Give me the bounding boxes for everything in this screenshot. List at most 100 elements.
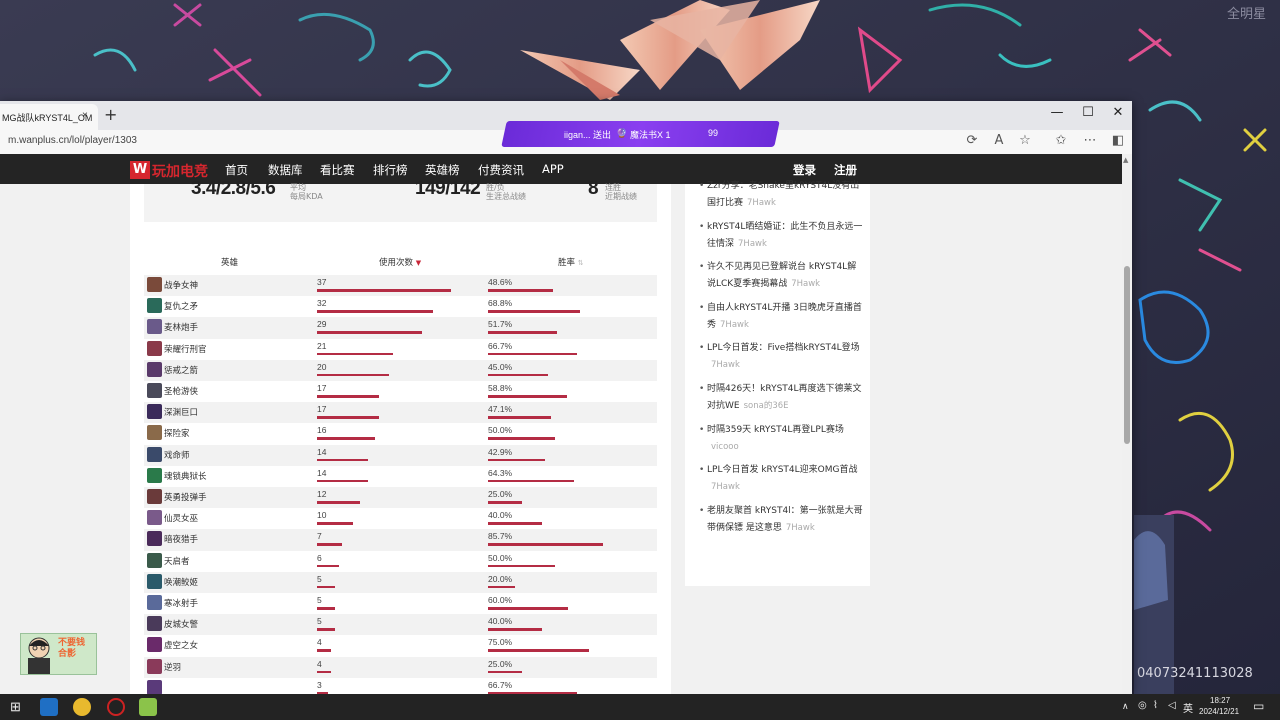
nav-watch[interactable]: 看比赛 (320, 162, 355, 178)
table-row[interactable]: 战争女神 37 48.6% (144, 275, 657, 297)
hero-name[interactable]: 戏命师 (164, 449, 190, 461)
news-author[interactable]: 7Hawk (747, 198, 776, 208)
table-row[interactable]: 暗夜猎手 7 85.7% (144, 529, 657, 551)
nav-app[interactable]: APP (542, 162, 564, 176)
hero-portrait-icon[interactable] (147, 298, 162, 314)
hero-portrait-icon[interactable] (147, 658, 162, 674)
hero-portrait-icon[interactable] (147, 489, 162, 504)
hero-portrait-icon[interactable] (147, 277, 162, 292)
scroll-thumb[interactable] (1124, 266, 1130, 444)
hero-name[interactable]: 复仇之矛 (164, 300, 198, 312)
table-row[interactable]: 唤潮鲛姬 5 20.0% (144, 571, 657, 593)
table-row[interactable]: 深渊巨口 17 47.1% (144, 402, 657, 424)
app-icon[interactable] (73, 698, 91, 716)
browser-tab[interactable]: MG战队kRYST4L_OM × (0, 104, 98, 130)
favorite-icon[interactable]: ☆ (1016, 133, 1034, 148)
news-author[interactable]: 7Hawk (738, 239, 767, 249)
hero-name[interactable]: 惩戒之箭 (164, 364, 198, 376)
new-tab-button[interactable]: + (104, 105, 117, 124)
table-row[interactable]: 圣枪游侠 17 58.8% (144, 381, 657, 402)
hero-name[interactable]: 仙灵女巫 (164, 512, 198, 524)
refresh-icon[interactable]: ⟳ (963, 133, 981, 148)
table-row[interactable]: 英勇投弹手 12 25.0% (144, 487, 657, 509)
login-link[interactable]: 登录 (793, 162, 816, 178)
hero-name[interactable]: 虚空之女 (164, 639, 198, 651)
hero-portrait-icon[interactable] (147, 340, 162, 356)
hero-portrait-icon[interactable] (147, 679, 162, 694)
news-title[interactable]: LPL今日首发：Five搭档kRYST4L登场 (707, 343, 860, 353)
hero-portrait-icon[interactable] (147, 425, 162, 441)
hero-name[interactable]: 天启者 (164, 555, 190, 567)
hero-name[interactable]: 深渊巨口 (164, 406, 198, 418)
register-link[interactable]: 注册 (834, 162, 857, 178)
table-row[interactable]: 皮城女警 5 40.0% (144, 614, 657, 636)
clock-time[interactable]: 18:27 (1210, 696, 1230, 705)
news-item[interactable]: • LPL今日首发 kRYST4L迎来OMG首战 7Hawk (699, 462, 864, 496)
site-logo[interactable]: W 玩加电竞 (130, 160, 208, 180)
hero-portrait-icon[interactable] (147, 637, 162, 653)
tab-close-icon[interactable]: × (82, 110, 88, 121)
hero-portrait-icon[interactable] (147, 319, 162, 335)
hero-name[interactable]: 暗夜猎手 (164, 533, 198, 545)
nav-database[interactable]: 数据库 (268, 162, 303, 178)
ime-indicator[interactable]: 英 (1183, 700, 1193, 715)
news-title[interactable]: LPL今日首发 kRYST4L迎来OMG首战 (707, 465, 857, 475)
news-title[interactable]: kRYST4L晒结婚证：此生不负且永远一往情深 (707, 222, 862, 249)
table-row[interactable]: 魂锁典狱长 14 64.3% (144, 466, 657, 487)
table-row[interactable]: 3 66.7% (144, 678, 657, 694)
news-title[interactable]: 时隔359天 kRYST4L再登LPL赛场 (707, 425, 844, 435)
table-row[interactable]: 天启者 6 50.0% (144, 551, 657, 572)
hero-portrait-icon[interactable] (147, 595, 162, 610)
nav-home[interactable]: 首页 (225, 162, 248, 178)
news-title[interactable]: 许久不见再见已登解说台 kRYST4L解说LCK夏季赛揭幕战 (707, 262, 856, 289)
clock-date[interactable]: 2024/12/21 (1199, 707, 1239, 716)
table-row[interactable]: 荣耀行刑官 21 66.7% (144, 339, 657, 360)
hero-name[interactable]: 麦林炮手 (164, 321, 198, 333)
table-row[interactable]: 探险家 16 50.0% (144, 423, 657, 444)
table-row[interactable]: 逆羽 4 25.0% (144, 656, 657, 678)
read-aloud-icon[interactable]: A (990, 133, 1008, 148)
notification-icon[interactable]: ▭ (1253, 699, 1264, 713)
hero-name[interactable]: 魂锁典狱长 (164, 470, 207, 482)
hero-name[interactable]: 寒冰射手 (164, 597, 198, 609)
url-field[interactable]: m.wanplus.cn/lol/player/1303 (8, 135, 137, 146)
app2-icon[interactable] (107, 698, 125, 716)
news-item[interactable]: • Zzr分享：老Snake里kRYST4L没有出国打比赛 7Hawk (699, 178, 864, 212)
page-scrollbar[interactable]: ▲ (1122, 154, 1132, 694)
news-item[interactable]: • 自由人kRYST4L开播 3日晚虎牙直播首秀 7Hawk (699, 300, 864, 334)
news-item[interactable]: • LPL今日首发：Five搭档kRYST4L登场 7Hawk (699, 340, 864, 374)
hero-portrait-icon[interactable] (147, 573, 162, 589)
table-row[interactable]: 惩戒之箭 20 45.0% (144, 359, 657, 381)
hero-portrait-icon[interactable] (147, 467, 162, 483)
start-icon[interactable]: ⊞ (10, 699, 21, 715)
sort-icon[interactable]: ⇅ (578, 259, 584, 267)
hero-name[interactable]: 皮城女警 (164, 618, 198, 630)
hero-portrait-icon[interactable] (147, 404, 162, 420)
minimize-button[interactable]: — (1045, 105, 1069, 120)
hero-portrait-icon[interactable] (147, 361, 162, 377)
hero-name[interactable]: 战争女神 (164, 279, 198, 291)
table-row[interactable]: 复仇之矛 32 68.8% (144, 296, 657, 317)
hero-name[interactable]: 逆羽 (164, 661, 181, 673)
news-title[interactable]: 老朋友聚首 kRYST4l：第一张就是大哥带俩保镖 是这意思 (707, 506, 863, 533)
scroll-up-icon[interactable]: ▲ (1123, 156, 1128, 164)
close-window-button[interactable]: ✕ (1106, 105, 1130, 120)
sidebar-icon[interactable]: ◧ (1109, 133, 1127, 148)
table-row[interactable]: 麦林炮手 29 51.7% (144, 317, 657, 339)
news-item[interactable]: • 老朋友聚首 kRYST4l：第一张就是大哥带俩保镖 是这意思 7Hawk (699, 503, 864, 537)
edge-icon[interactable] (40, 698, 58, 716)
hero-name[interactable]: 荣耀行刑官 (164, 343, 207, 355)
hero-name[interactable]: 探险家 (164, 427, 190, 439)
hero-name[interactable]: 圣枪游侠 (164, 385, 198, 397)
hero-name[interactable]: 唤潮鲛姬 (164, 576, 198, 588)
col-winrate[interactable]: 胜率 ⇅ (558, 256, 584, 268)
hero-portrait-icon[interactable] (147, 531, 162, 547)
news-author[interactable]: 7Hawk (786, 523, 815, 533)
news-author[interactable]: 7Hawk (791, 279, 820, 289)
nav-heroes[interactable]: 英雄榜 (425, 162, 460, 178)
hero-name[interactable]: 英勇投弹手 (164, 491, 207, 503)
nav-paid-news[interactable]: 付费资讯 (478, 162, 524, 178)
table-row[interactable]: 戏命师 14 42.9% (144, 444, 657, 466)
hero-portrait-icon[interactable] (147, 510, 162, 526)
news-title[interactable]: Zzr分享：老Snake里kRYST4L没有出国打比赛 (707, 181, 859, 208)
